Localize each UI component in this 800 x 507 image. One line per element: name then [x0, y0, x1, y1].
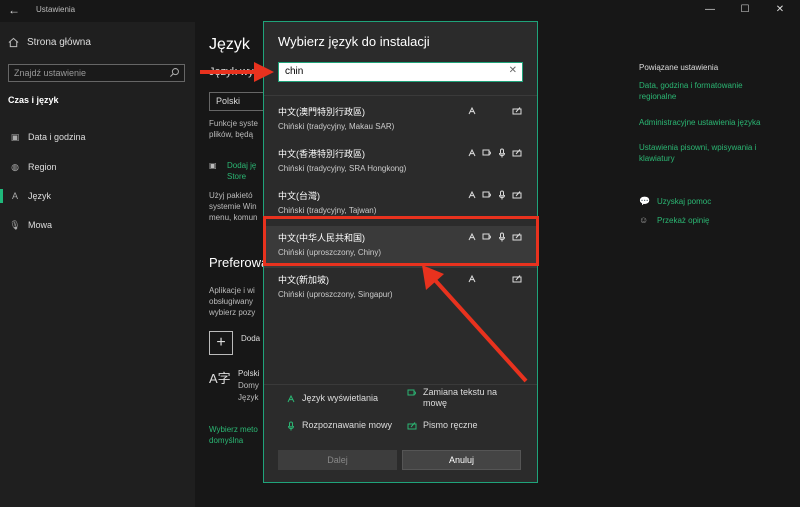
annotation-arrows	[200, 62, 528, 383]
annotation-arrow-selected-language	[422, 265, 528, 383]
annotation-arrow-search	[200, 62, 274, 82]
